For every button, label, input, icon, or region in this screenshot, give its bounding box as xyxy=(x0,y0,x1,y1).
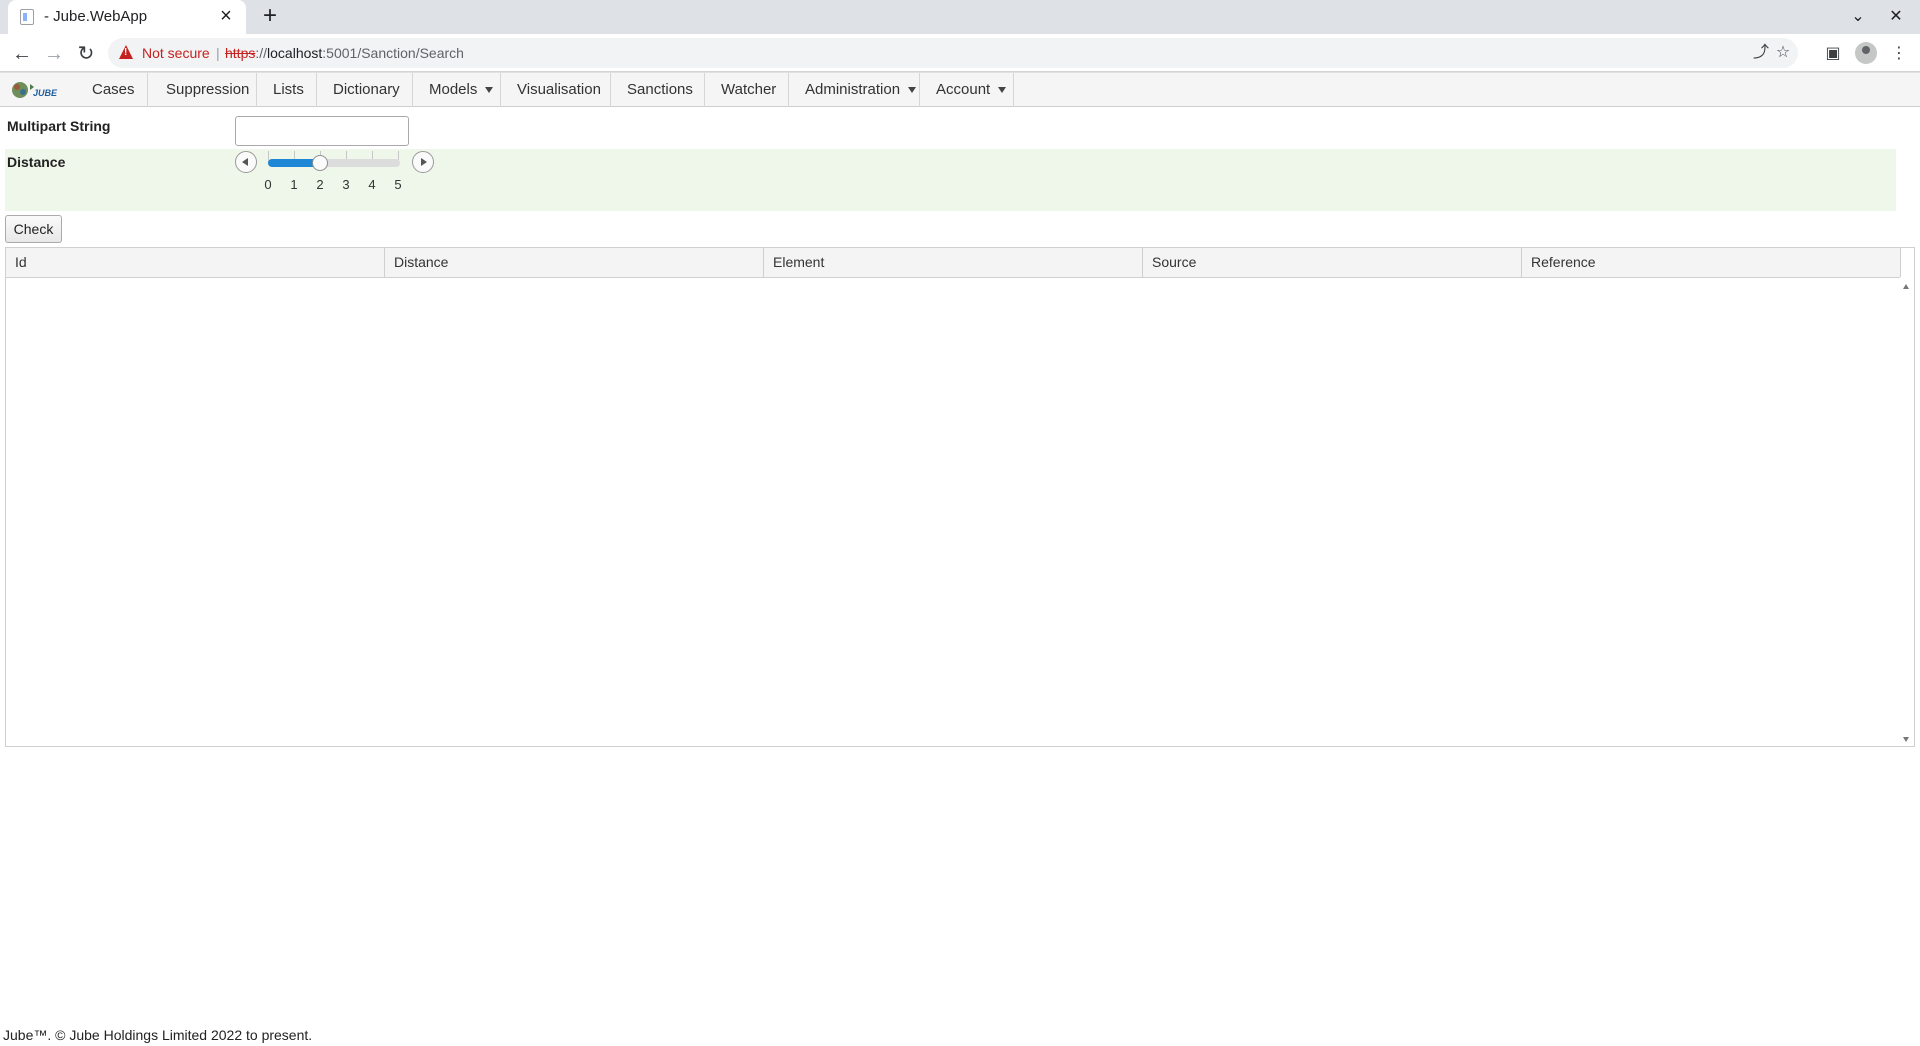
slider-tick-label: 2 xyxy=(316,177,324,192)
menu-item-dictionary[interactable]: Dictionary xyxy=(318,73,413,107)
distance-label: Distance xyxy=(7,154,66,170)
new-tab-icon[interactable]: + xyxy=(258,3,282,29)
menu-item-label: Lists xyxy=(273,81,304,98)
slider-tick-label: 5 xyxy=(394,177,402,192)
menu-item-sanctions[interactable]: Sanctions xyxy=(612,73,705,107)
browser-tab[interactable]: - Jube.WebApp × xyxy=(8,0,246,34)
address-separator: | xyxy=(216,45,220,61)
menu-item-label: Dictionary xyxy=(333,81,400,98)
results-grid: Id Distance Element Source Reference xyxy=(5,247,1915,747)
menu-item-administration[interactable]: Administration xyxy=(790,73,920,107)
url-text[interactable]: https://localhost:5001/Sanction/Search xyxy=(225,45,464,61)
menu-item-label: Sanctions xyxy=(627,81,693,98)
slider-tick-label: 1 xyxy=(290,177,298,192)
side-panel-icon[interactable]: ▣ xyxy=(1820,41,1846,67)
tab-search-icon[interactable]: ⌄ xyxy=(1846,5,1870,29)
browser-toolbar: ← → ↻ Not secure | https://localhost:500… xyxy=(0,34,1920,72)
slider-tick-label: 0 xyxy=(264,177,272,192)
footer-copyright: Jube™. © Jube Holdings Limited 2022 to p… xyxy=(3,1027,313,1043)
column-header-distance[interactable]: Distance xyxy=(385,248,764,277)
check-button[interactable]: Check xyxy=(5,215,62,243)
column-header-reference[interactable]: Reference xyxy=(1522,248,1901,277)
multipart-string-label: Multipart String xyxy=(7,118,111,134)
warning-icon xyxy=(119,45,133,59)
app-menu-bar: JUBE Cases Suppression Lists Dictionary Mode… xyxy=(0,72,1920,107)
menu-item-watcher[interactable]: Watcher xyxy=(706,73,789,107)
multipart-string-input[interactable] xyxy=(235,116,409,146)
column-header-id[interactable]: Id xyxy=(6,248,385,277)
distance-decrement-button[interactable] xyxy=(235,151,257,173)
menu-item-models[interactable]: Models xyxy=(414,73,501,107)
menu-item-lists[interactable]: Lists xyxy=(258,73,317,107)
menu-item-label: Administration xyxy=(805,81,901,98)
bookmark-star-icon[interactable]: ☆ xyxy=(1772,42,1794,64)
menu-item-label: Account xyxy=(936,81,991,98)
grid-scrollbar[interactable] xyxy=(1899,278,1914,746)
scroll-up-icon[interactable] xyxy=(1903,284,1909,289)
caret-down-icon xyxy=(908,87,917,94)
browser-menu-icon[interactable]: ⋮ xyxy=(1886,41,1912,67)
browser-tab-bar: - Jube.WebApp × + ⌄ ✕ xyxy=(0,0,1920,34)
scroll-down-icon[interactable] xyxy=(1903,737,1909,742)
menu-item-cases[interactable]: Cases xyxy=(77,73,148,107)
back-icon[interactable]: ← xyxy=(9,41,35,67)
menu-item-account[interactable]: Account xyxy=(921,73,1014,107)
menu-item-label: Visualisation xyxy=(517,81,601,98)
distance-increment-button[interactable] xyxy=(412,151,434,173)
caret-down-icon xyxy=(485,87,494,94)
close-tab-icon[interactable]: × xyxy=(216,6,236,26)
distance-slider[interactable] xyxy=(268,155,400,171)
profile-avatar-icon[interactable] xyxy=(1855,42,1877,64)
forward-icon[interactable]: → xyxy=(41,41,67,67)
share-icon[interactable]: ⤴ xyxy=(1750,42,1772,64)
security-status[interactable]: Not secure xyxy=(142,45,210,61)
menu-item-label: Suppression xyxy=(166,81,250,98)
caret-down-icon xyxy=(998,87,1007,94)
menu-item-label: Cases xyxy=(92,81,135,98)
menu-item-suppression[interactable]: Suppression xyxy=(151,73,257,107)
address-bar[interactable]: Not secure | https://localhost:5001/Sanc… xyxy=(108,38,1798,68)
window-close-icon[interactable]: ✕ xyxy=(1884,5,1908,29)
menu-item-visualisation[interactable]: Visualisation xyxy=(502,73,611,107)
tab-title: - Jube.WebApp xyxy=(44,8,148,25)
menu-item-label: Watcher xyxy=(721,81,777,98)
reload-icon[interactable]: ↻ xyxy=(73,41,99,67)
column-header-source[interactable]: Source xyxy=(1143,248,1522,277)
grid-header: Id Distance Element Source Reference xyxy=(6,248,1901,278)
menu-item-label: Models xyxy=(429,81,478,98)
slider-tick-label: 4 xyxy=(368,177,376,192)
column-header-element[interactable]: Element xyxy=(764,248,1143,277)
page-favicon-icon xyxy=(20,9,34,25)
distance-slider-thumb[interactable] xyxy=(312,155,328,171)
svg-text:JUBE: JUBE xyxy=(33,88,58,98)
jube-logo[interactable]: JUBE xyxy=(10,79,58,101)
slider-tick-label: 3 xyxy=(342,177,350,192)
